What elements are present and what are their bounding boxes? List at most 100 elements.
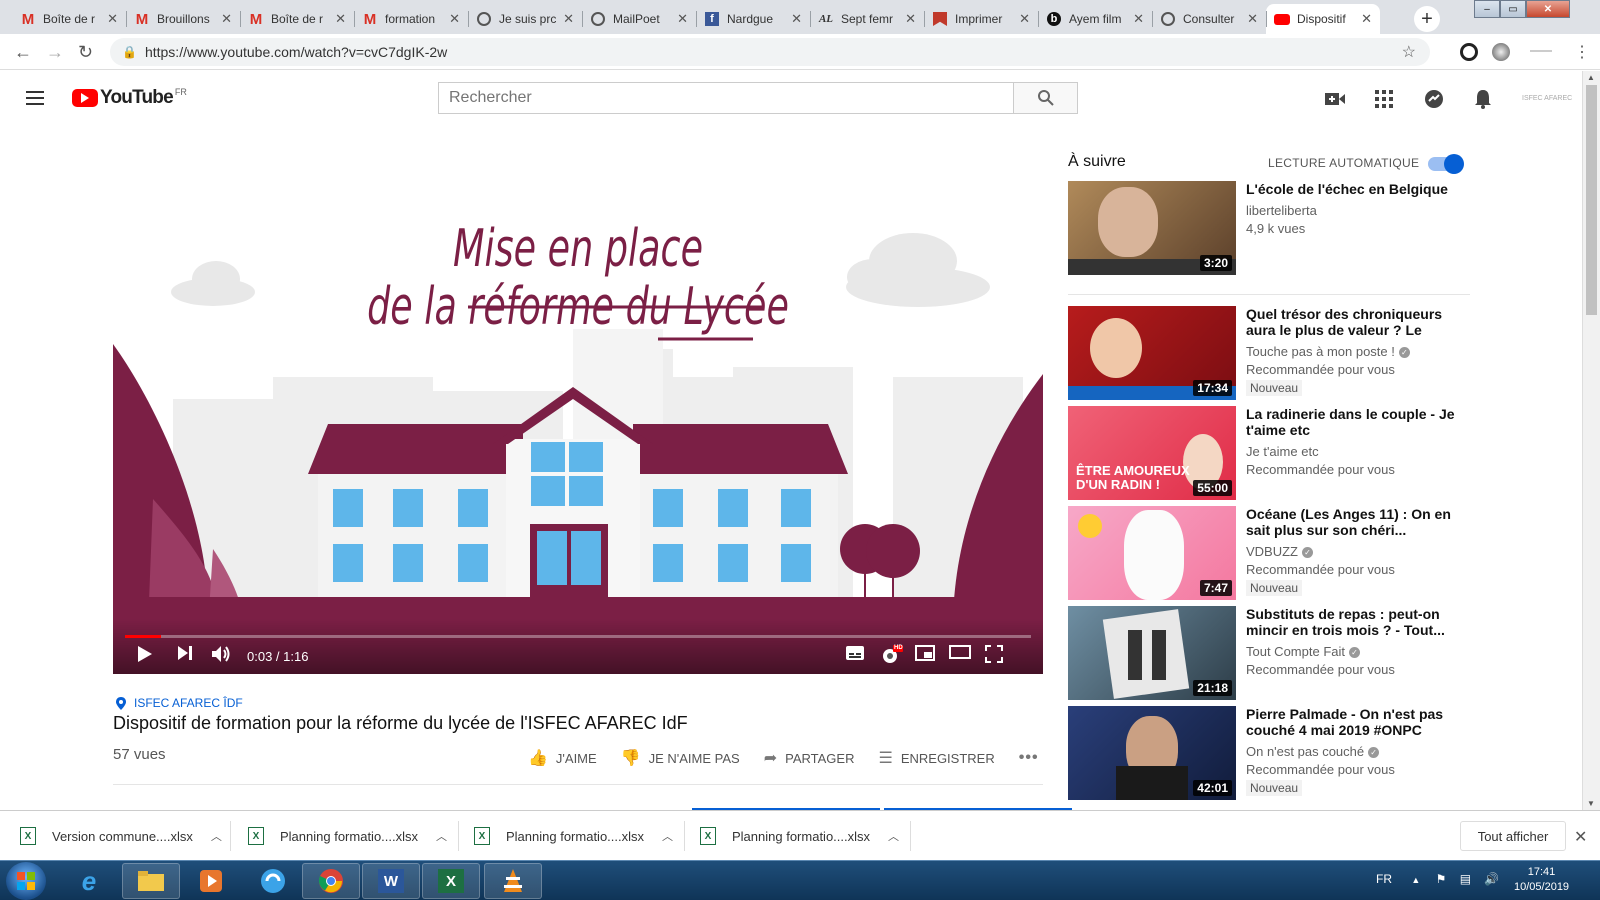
close-tab-icon[interactable]: ✕ bbox=[1019, 11, 1030, 27]
download-item[interactable]: X Version commune....xlsx ︿ bbox=[20, 823, 222, 849]
youtube-logo[interactable]: YouTube FR bbox=[72, 87, 187, 109]
video-player[interactable]: Mise en place de la réforme du Lycée 0:0… bbox=[113, 199, 1043, 674]
recommended-title[interactable]: Pierre Palmade - On n'est pas couché 4 m… bbox=[1246, 706, 1464, 738]
excel-app[interactable]: X bbox=[422, 863, 480, 899]
close-window-button[interactable]: ✕ bbox=[1526, 0, 1570, 18]
close-tab-icon[interactable]: ✕ bbox=[221, 11, 232, 27]
save-button[interactable]: ☰ ENREGISTRER bbox=[878, 748, 994, 768]
dislike-button[interactable]: 👎 JE N'AIME PAS bbox=[621, 748, 740, 768]
recommended-video[interactable]: 7:47 Océane (Les Anges 11) : On en sait p… bbox=[1068, 506, 1468, 600]
word-app[interactable]: W bbox=[362, 863, 420, 899]
video-thumbnail[interactable]: 7:47 bbox=[1068, 506, 1236, 600]
sync-app[interactable] bbox=[244, 863, 302, 899]
messages-icon[interactable] bbox=[1423, 88, 1445, 110]
recommended-video[interactable]: 17:34 Quel trésor des chroniqueurs aura l… bbox=[1068, 306, 1468, 400]
more-actions-button[interactable]: ••• bbox=[1019, 749, 1047, 767]
video-thumbnail[interactable]: 17:34 bbox=[1068, 306, 1236, 400]
chevron-up-icon[interactable]: ︿ bbox=[436, 828, 447, 844]
video-thumbnail[interactable]: 21:18 bbox=[1068, 606, 1236, 700]
flag-icon[interactable]: ⚑ bbox=[1436, 872, 1447, 886]
hamburger-menu-icon[interactable] bbox=[26, 91, 44, 109]
account-avatar[interactable]: ISFEC AFAREC bbox=[1522, 95, 1572, 102]
profile-icon[interactable] bbox=[1530, 50, 1552, 52]
close-tab-icon[interactable]: ✕ bbox=[905, 11, 916, 27]
download-item[interactable]: X Planning formatio....xlsx ︿ bbox=[700, 823, 899, 849]
browser-tab[interactable]: f Nardgue ✕ bbox=[696, 4, 810, 34]
apps-grid-icon[interactable] bbox=[1373, 88, 1395, 110]
browser-tab[interactable]: AL Sept femr ✕ bbox=[810, 4, 924, 34]
next-button[interactable] bbox=[177, 645, 193, 666]
browser-tab[interactable]: Consulter ✕ bbox=[1152, 4, 1266, 34]
scrollbar-thumb[interactable] bbox=[1586, 85, 1597, 315]
close-tab-icon[interactable]: ✕ bbox=[791, 11, 802, 27]
browser-tab[interactable]: M Brouillons ✕ bbox=[126, 4, 240, 34]
new-tab-button[interactable]: + bbox=[1414, 6, 1440, 32]
close-download-bar-icon[interactable]: ✕ bbox=[1574, 827, 1587, 847]
url-field[interactable]: 🔒 https://www.youtube.com/watch?v=cvC7dg… bbox=[110, 38, 1430, 66]
theater-mode-button[interactable] bbox=[949, 645, 971, 664]
subtitles-button[interactable] bbox=[845, 645, 865, 666]
create-video-icon[interactable] bbox=[1324, 88, 1346, 110]
search-input[interactable] bbox=[439, 83, 1013, 113]
settings-button[interactable]: HD bbox=[881, 645, 903, 670]
maximize-button[interactable]: ▭ bbox=[1500, 0, 1526, 18]
video-thumbnail[interactable]: 3:20 bbox=[1068, 181, 1236, 275]
browser-tab[interactable]: MailPoet ✕ bbox=[582, 4, 696, 34]
channel-name[interactable]: liberteliberta bbox=[1246, 203, 1464, 218]
tray-expand-icon[interactable]: ▲ bbox=[1411, 875, 1420, 885]
chrome-app[interactable] bbox=[302, 863, 360, 899]
network-icon[interactable]: ▤ bbox=[1460, 872, 1471, 886]
browser-tab[interactable]: Imprimer ✕ bbox=[924, 4, 1038, 34]
search-button[interactable] bbox=[1013, 83, 1077, 113]
extension-sync-icon[interactable] bbox=[1460, 43, 1478, 61]
chevron-up-icon[interactable]: ︿ bbox=[211, 828, 222, 844]
like-button[interactable]: 👍 J'AIME bbox=[528, 748, 597, 768]
channel-name[interactable]: On n'est pas couché ✓ bbox=[1246, 744, 1464, 759]
recommended-title[interactable]: L'école de l'échec en Belgique bbox=[1246, 181, 1464, 197]
forward-button[interactable]: → bbox=[46, 42, 64, 63]
download-item[interactable]: X Planning formatio....xlsx ︿ bbox=[248, 823, 447, 849]
recommended-video[interactable]: ÊTRE AMOUREUX D'UN RADIN ! 55:00 La radiner… bbox=[1068, 406, 1468, 500]
menu-icon[interactable]: ⋮ bbox=[1574, 42, 1590, 62]
play-button[interactable] bbox=[137, 645, 153, 668]
language-indicator[interactable]: FR bbox=[1376, 872, 1392, 886]
share-button[interactable]: ➦ PARTAGER bbox=[764, 748, 855, 768]
recommended-video[interactable]: 42:01 Pierre Palmade - On n'est pas couch… bbox=[1068, 706, 1468, 800]
video-location[interactable]: ISFEC AFAREC ÎDF bbox=[116, 696, 243, 710]
reload-button[interactable]: ↻ bbox=[78, 42, 93, 63]
browser-tab[interactable]: Dispositif ✕ bbox=[1266, 4, 1380, 34]
browser-tab[interactable]: M Boîte de r ✕ bbox=[12, 4, 126, 34]
autoplay-toggle[interactable] bbox=[1428, 154, 1464, 174]
show-all-downloads-button[interactable]: Tout afficher bbox=[1460, 821, 1566, 851]
scroll-down-icon[interactable]: ▼ bbox=[1587, 799, 1595, 808]
browser-tab[interactable]: b Ayem film ✕ bbox=[1038, 4, 1152, 34]
back-button[interactable]: ← bbox=[14, 42, 32, 63]
recommended-title[interactable]: La radinerie dans le couple - Je t'aime … bbox=[1246, 406, 1464, 438]
video-thumbnail[interactable]: ÊTRE AMOUREUX D'UN RADIN ! 55:00 bbox=[1068, 406, 1236, 500]
browser-tab[interactable]: M Boîte de r ✕ bbox=[240, 4, 354, 34]
close-tab-icon[interactable]: ✕ bbox=[563, 11, 574, 27]
minimize-button[interactable]: – bbox=[1474, 0, 1500, 18]
recommended-title[interactable]: Océane (Les Anges 11) : On en sait plus … bbox=[1246, 506, 1464, 538]
volume-button[interactable] bbox=[211, 645, 231, 668]
recommended-title[interactable]: Quel trésor des chroniqueurs aura le plu… bbox=[1246, 306, 1464, 338]
recommended-video[interactable]: 21:18 Substituts de repas : peut-on minci… bbox=[1068, 606, 1468, 700]
channel-name[interactable]: VDBUZZ ✓ bbox=[1246, 544, 1464, 559]
taskbar-clock[interactable]: 17:41 10/05/2019 bbox=[1514, 865, 1569, 895]
miniplayer-button[interactable] bbox=[915, 645, 935, 666]
close-tab-icon[interactable]: ✕ bbox=[335, 11, 346, 27]
browser-tab[interactable]: Je suis prc ✕ bbox=[468, 4, 582, 34]
extension-circle-icon[interactable] bbox=[1492, 43, 1510, 61]
recommended-video[interactable]: 3:20 L'école de l'échec en Belgique libert… bbox=[1068, 181, 1468, 275]
media-player-app[interactable] bbox=[182, 863, 240, 899]
close-tab-icon[interactable]: ✕ bbox=[677, 11, 688, 27]
close-tab-icon[interactable]: ✕ bbox=[449, 11, 460, 27]
vlc-app[interactable] bbox=[484, 863, 542, 899]
start-button[interactable] bbox=[6, 862, 46, 900]
speaker-icon[interactable]: 🔊 bbox=[1484, 872, 1499, 886]
notifications-bell-icon[interactable] bbox=[1472, 88, 1494, 110]
chevron-up-icon[interactable]: ︿ bbox=[662, 828, 673, 844]
scroll-up-icon[interactable]: ▲ bbox=[1587, 73, 1595, 82]
close-tab-icon[interactable]: ✕ bbox=[1247, 11, 1258, 27]
chevron-up-icon[interactable]: ︿ bbox=[888, 828, 899, 844]
